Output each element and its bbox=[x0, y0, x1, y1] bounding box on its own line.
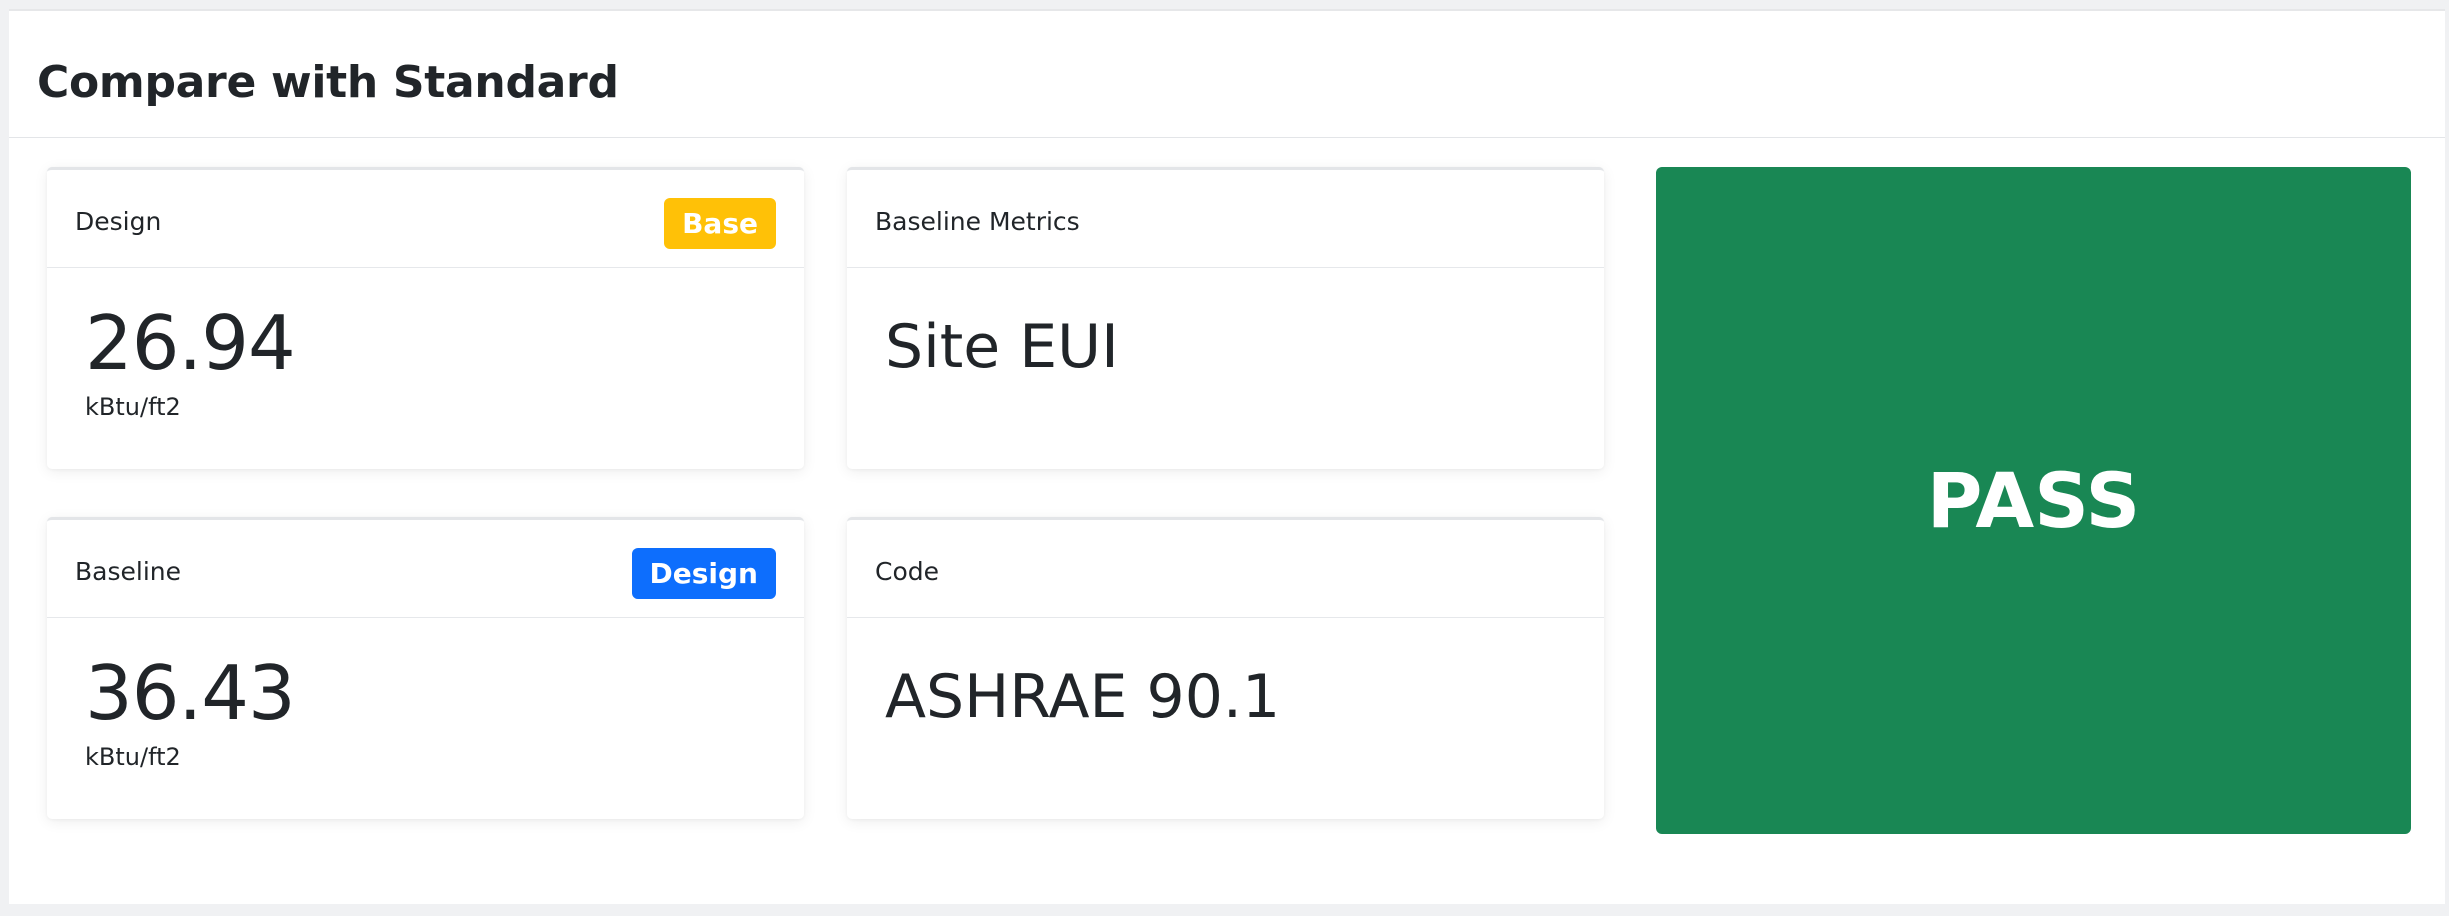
code-value: ASHRAE 90.1 bbox=[885, 662, 1281, 732]
baseline-metrics-card-label: Baseline Metrics bbox=[875, 207, 1080, 236]
baseline-metrics-card: Baseline Metrics Site EUI bbox=[847, 167, 1604, 469]
code-card-header: Code bbox=[847, 520, 1604, 618]
compare-standard-panel: Compare with Standard Design Base 26.94 … bbox=[9, 9, 2445, 904]
code-card-label: Code bbox=[875, 557, 940, 586]
design-badge: Design bbox=[631, 548, 776, 599]
design-eui-unit: kBtu/ft2 bbox=[85, 393, 181, 421]
code-card: Code ASHRAE 90.1 bbox=[847, 517, 1604, 819]
design-card-label: Design bbox=[75, 207, 162, 236]
panel-header: Compare with Standard bbox=[9, 11, 2445, 138]
baseline-card-label: Baseline bbox=[75, 557, 181, 586]
panel-title: Compare with Standard bbox=[37, 57, 619, 108]
baseline-metrics-card-header: Baseline Metrics bbox=[847, 170, 1604, 268]
design-eui-value: 26.94 bbox=[85, 299, 296, 387]
baseline-card: Baseline Design 36.43 kBtu/ft2 bbox=[47, 517, 804, 819]
baseline-eui-value: 36.43 bbox=[85, 649, 296, 737]
design-card: Design Base 26.94 kBtu/ft2 bbox=[47, 167, 804, 469]
pass-result-box: PASS bbox=[1656, 167, 2411, 834]
pass-result-text: PASS bbox=[1926, 456, 2141, 545]
baseline-card-header: Baseline Design bbox=[47, 520, 804, 618]
baseline-eui-unit: kBtu/ft2 bbox=[85, 743, 181, 771]
design-card-header: Design Base bbox=[47, 170, 804, 268]
base-badge: Base bbox=[664, 198, 776, 249]
baseline-metric-value: Site EUI bbox=[885, 312, 1119, 382]
